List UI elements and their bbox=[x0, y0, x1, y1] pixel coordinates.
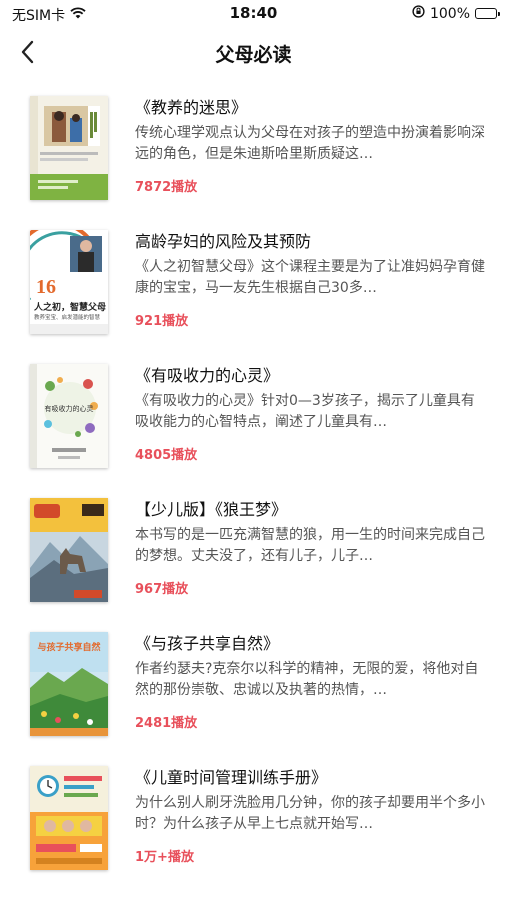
item-description: 《有吸收力的心灵》针对0—3岁孩子，揭示了儿童具有吸收能力的心智特点，阐述了儿童… bbox=[135, 393, 475, 430]
course-list: 《教养的迷思》 传统心理学观点认为父母在对孩子的塑造中扮演着影响深远的角色，但是… bbox=[0, 88, 507, 892]
item-description: 本书写的是一匹充满智慧的狼，用一生的时间来完成自己的梦想。丈夫没了，还有儿子，儿… bbox=[135, 527, 485, 564]
battery-percent: 100% bbox=[429, 5, 470, 22]
play-count: 2481播放 bbox=[135, 716, 198, 731]
item-title: 高龄孕妇的风险及其预防 bbox=[135, 232, 312, 251]
item-description: 作者约瑟夫?克奈尔以科学的精神，无限的爱，将他对自然的那份崇敬、忠诚以及执著的热… bbox=[135, 661, 479, 698]
book-cover-image bbox=[30, 766, 108, 870]
list-item[interactable]: 《教养的迷思》 传统心理学观点认为父母在对孩子的塑造中扮演着影响深远的角色，但是… bbox=[0, 88, 507, 222]
book-cover-image bbox=[30, 498, 108, 602]
play-count: 921播放 bbox=[135, 314, 189, 329]
list-item[interactable]: 有吸收力的心灵 《有吸收力的心灵》 《有吸收力的心灵》针对0—3岁孩子，揭示了儿… bbox=[0, 356, 507, 490]
list-item[interactable]: 【少儿版】《狼王梦》 本书写的是一匹充满智慧的狼，用一生的时间来完成自己的梦想。… bbox=[0, 490, 507, 624]
item-title: 《与孩子共享自然》 bbox=[135, 634, 280, 653]
play-count: 4805播放 bbox=[135, 448, 198, 463]
list-item[interactable]: 16 人之初，智慧父母 教养宝宝、启发潜能的智慧 高龄孕妇的风险及其预防 《人之… bbox=[0, 222, 507, 356]
play-count: 7872播放 bbox=[135, 180, 198, 195]
item-title: 【少儿版】《狼王梦》 bbox=[135, 500, 288, 519]
cover-title: 与孩子共享自然 bbox=[37, 643, 101, 653]
page-title: 父母必读 bbox=[215, 44, 292, 66]
book-cover-image: 16 人之初，智慧父母 教养宝宝、启发潜能的智慧 bbox=[30, 230, 108, 334]
status-bar: 无SIM卡 18:40 100% bbox=[0, 0, 507, 28]
cover-number: 16 bbox=[36, 276, 56, 298]
play-count: 1万+播放 bbox=[135, 850, 194, 865]
list-item[interactable]: 与孩子共享自然 《与孩子共享自然》 作者约瑟夫?克奈尔以科学的精神，无限的爱，将… bbox=[0, 624, 507, 758]
cover-title: 人之初，智慧父母 bbox=[34, 303, 107, 313]
cover-title: 有吸收力的心灵 bbox=[44, 405, 94, 413]
item-title: 《教养的迷思》 bbox=[135, 98, 248, 117]
orientation-lock-icon bbox=[412, 5, 425, 22]
item-description: 传统心理学观点认为父母在对孩子的塑造中扮演着影响深远的角色，但是朱迪斯哈里斯质疑… bbox=[135, 125, 485, 162]
item-description: 为什么别人刷牙洗脸用几分钟，你的孩子却要用半个多小时？为什么孩子从早上七点就开始… bbox=[135, 795, 485, 832]
book-cover-image bbox=[30, 96, 108, 200]
cover-subtitle: 教养宝宝、启发潜能的智慧 bbox=[34, 315, 101, 321]
item-description: 《人之初智慧父母》这个课程主要是为了让准妈妈孕育健康的宝宝，马一友先生根据自己3… bbox=[135, 259, 485, 296]
nav-bar: 父母必读 bbox=[0, 28, 507, 78]
battery-icon bbox=[475, 8, 500, 19]
item-title: 《儿童时间管理训练手册》 bbox=[135, 768, 328, 787]
list-item[interactable]: 《儿童时间管理训练手册》 为什么别人刷牙洗脸用几分钟，你的孩子却要用半个多小时？… bbox=[0, 758, 507, 892]
play-count: 967播放 bbox=[135, 582, 189, 597]
book-cover-image: 有吸收力的心灵 bbox=[30, 364, 108, 468]
book-cover-image: 与孩子共享自然 bbox=[30, 632, 108, 736]
status-right: 100% bbox=[412, 5, 500, 22]
item-title: 《有吸收力的心灵》 bbox=[135, 366, 280, 385]
